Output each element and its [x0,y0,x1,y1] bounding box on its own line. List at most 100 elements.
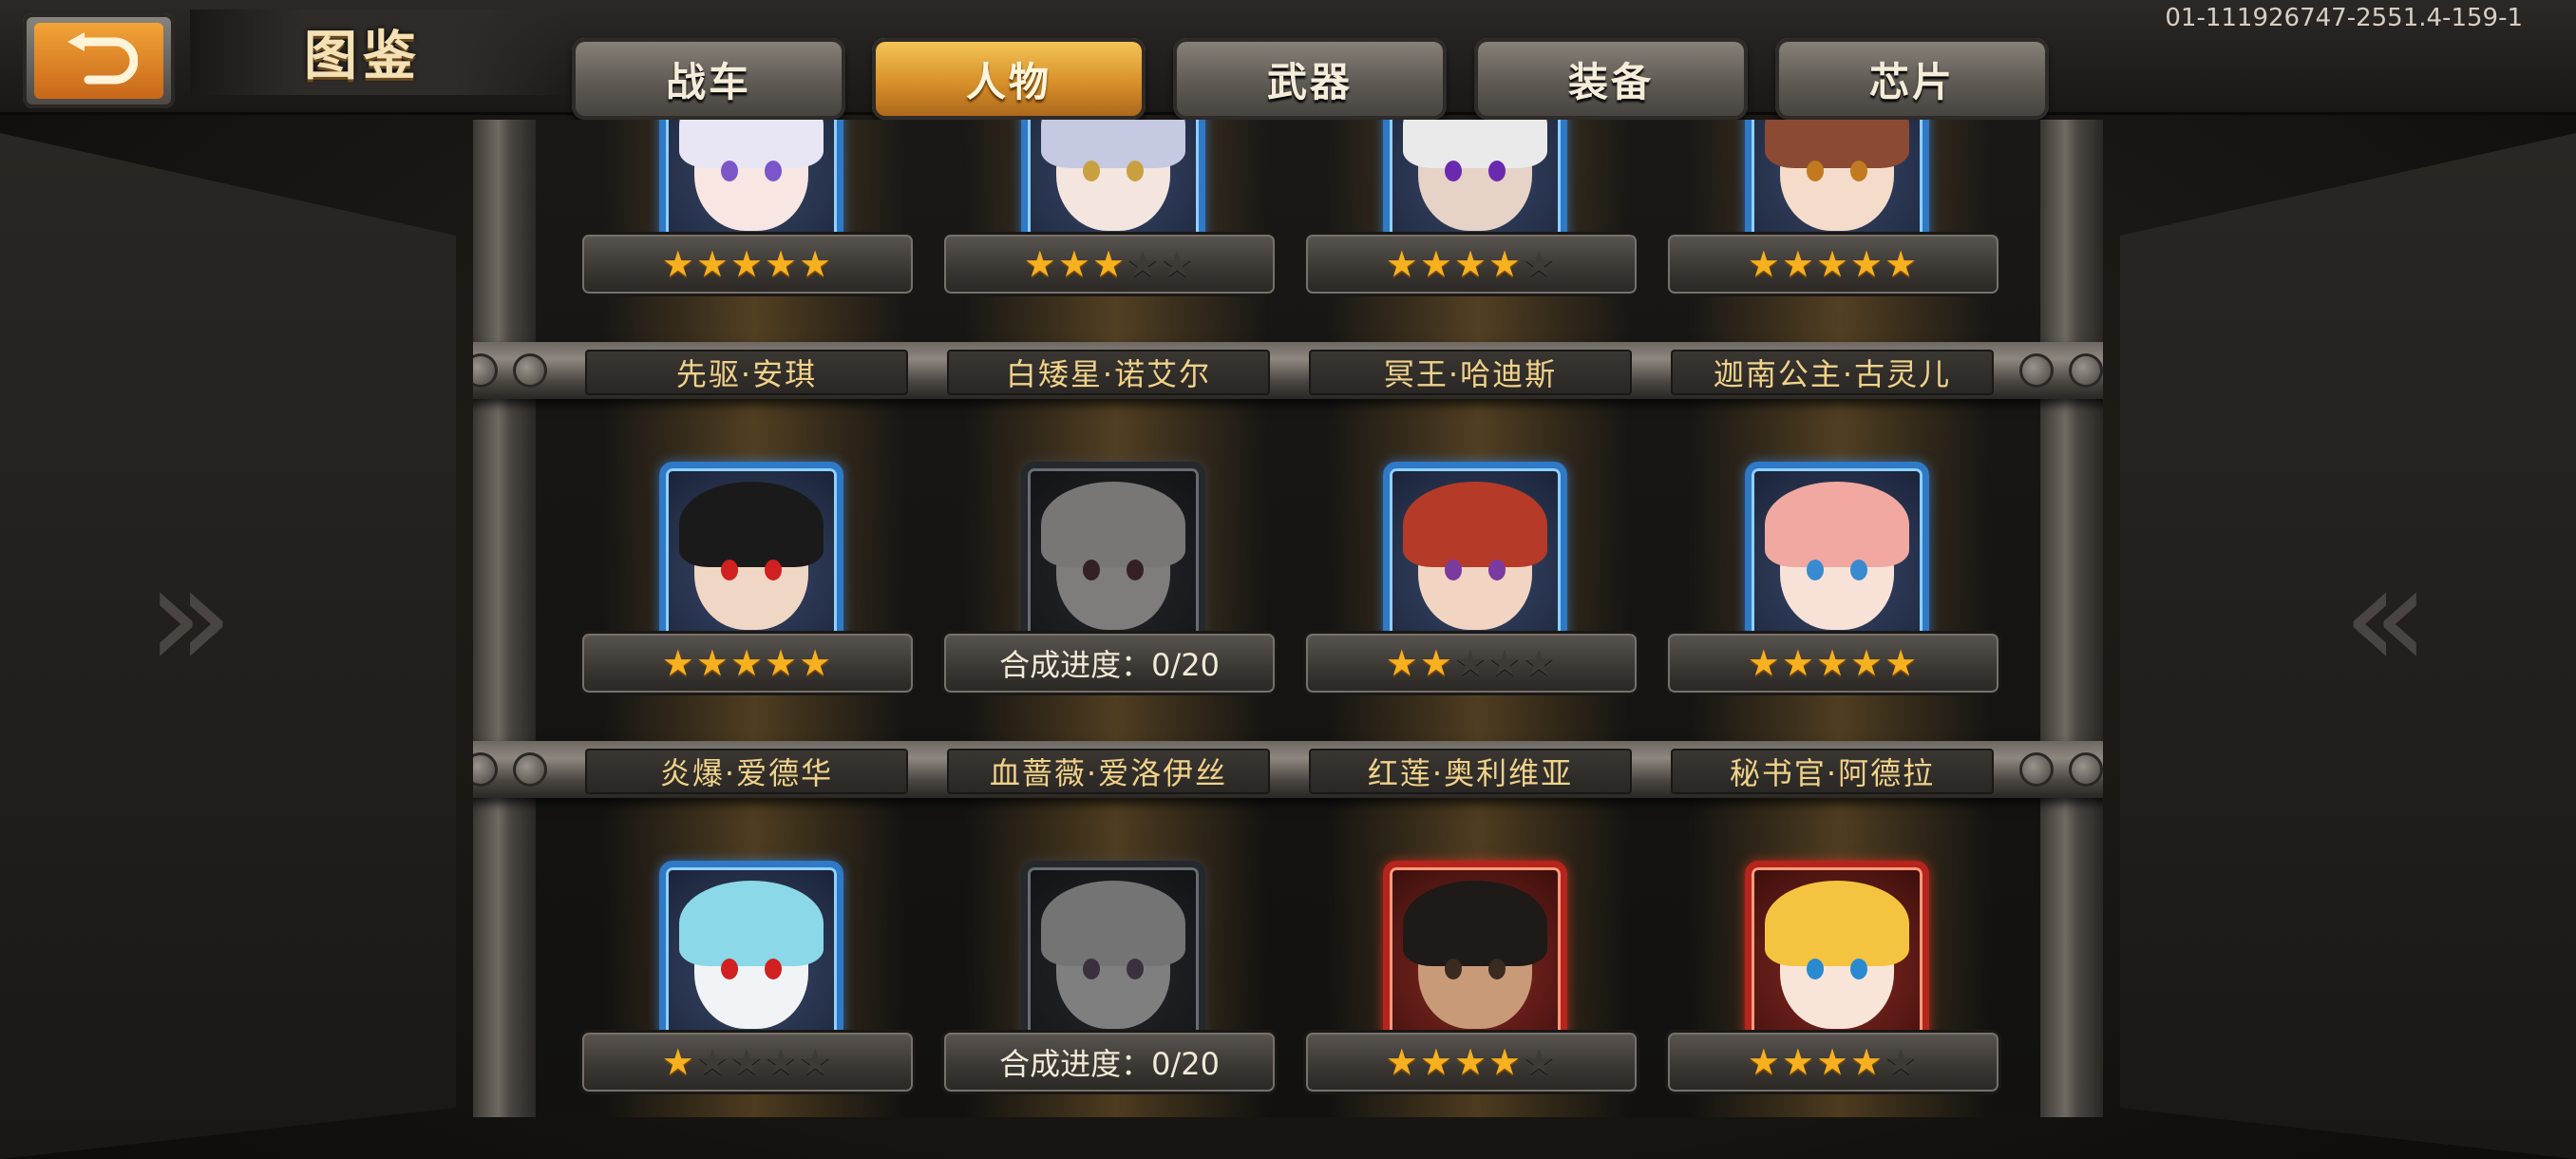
character-card[interactable]: ★★★★★ [1303,861,1639,1094]
star-icon: ★ [1850,642,1885,684]
star-icon: ★ [1815,1041,1851,1083]
character-portrait[interactable] [1383,861,1567,1045]
character-portrait[interactable] [1383,120,1567,247]
character-portrait[interactable] [1745,462,1929,646]
portrait-eye [1127,161,1144,181]
tab-1[interactable]: 人物 [872,38,1146,120]
portrait-eye [1083,560,1100,580]
star-icon: ★ [1885,243,1920,285]
star-rating: ★★★★★ [1303,631,1639,695]
character-card[interactable]: 合成进度：0/20 [941,462,1278,695]
character-card[interactable]: 合成进度：0/20 [941,861,1278,1094]
tab-2[interactable]: 武器 [1173,38,1447,120]
portrait-eye [1083,161,1100,181]
portrait-hair [1765,482,1909,567]
tab-3[interactable]: 装备 [1474,38,1748,120]
character-card[interactable]: ★★★★★ [1303,462,1639,695]
portrait-hair [1765,881,1909,966]
character-portrait[interactable] [659,120,843,247]
portrait-eye [1083,959,1100,979]
star-rating: ★★★★★ [579,631,916,695]
portrait-eye [1807,560,1824,580]
star-rating: ★★★★★ [1665,232,2001,296]
character-portrait[interactable] [659,861,843,1045]
character-card[interactable]: ★★★★★ [941,120,1278,296]
bolt-icon [473,353,498,388]
character-portrait[interactable] [1745,861,1929,1045]
chevron-right-icon: « [2342,535,2430,700]
page-title: 图鉴 [304,26,422,87]
right-wall-background: « [2120,133,2576,1159]
collection-panel[interactable]: 先驱·安琪 白矮星·诺艾尔 冥王·哈迪斯 迦南公主·古灵儿 炎爆·爱德华 血蔷薇·爱洛伊丝… [473,120,2103,1117]
portrait-eye [721,560,738,580]
character-card[interactable]: ★★★★★ [1665,462,2001,695]
character-portrait[interactable] [1021,861,1205,1045]
star-icon: ★ [661,243,696,285]
star-icon: ★ [1815,243,1851,285]
star-icon: ★ [1850,243,1885,285]
tab-0[interactable]: 战车 [572,38,845,120]
portrait-eye [1850,560,1867,580]
character-portrait[interactable] [659,462,843,646]
star-icon: ★ [1781,642,1816,684]
star-icon: ★ [765,243,800,285]
character-portrait[interactable] [1383,462,1567,646]
star-icon: ★ [765,642,800,684]
star-icon: ★ [695,243,730,285]
star-icon: ★ [1850,1041,1885,1083]
character-card[interactable]: ★★★★★ [1665,861,2001,1094]
left-pillar [473,120,536,1117]
character-name: 迦南公主·古灵儿 [1671,350,1994,395]
star-icon: ★ [1453,1041,1489,1083]
back-button[interactable] [23,13,175,108]
star-icon: ★ [1453,642,1489,684]
star-icon: ★ [729,642,766,684]
character-card[interactable]: ★★★★★ [579,462,916,695]
star-icon: ★ [695,642,730,684]
bolt-icon [2019,353,2054,388]
version-text: 01-111926747-2551.4-159-1 [2165,4,2523,32]
character-name: 冥王·哈迪斯 [1309,350,1632,395]
return-arrow-icon [67,32,138,85]
character-name: 先驱·安琪 [585,350,908,395]
star-icon: ★ [1781,1041,1816,1083]
star-icon: ★ [1419,642,1454,684]
star-rating: ★★★★★ [1303,1030,1639,1094]
shelf-bar: 炎爆·爱德华 血蔷薇·爱洛伊丝 红莲·奥利维亚 秘书官·阿德拉 [473,741,2103,798]
portrait-eye [1488,161,1506,181]
star-icon: ★ [1385,243,1420,285]
portrait-eye [1445,959,1462,979]
portrait-eye [1127,959,1144,979]
character-portrait[interactable] [1021,120,1205,247]
character-card[interactable]: ★★★★★ [579,120,916,296]
back-button-face[interactable] [34,23,163,99]
progress-plate: 合成进度：0/20 [941,1030,1278,1094]
star-icon: ★ [1885,642,1920,684]
chevron-left-icon: » [146,535,234,700]
synthesis-progress: 合成进度：0/20 [999,647,1220,683]
star-icon: ★ [799,642,834,684]
tab-4[interactable]: 芯片 [1775,38,2049,120]
star-icon: ★ [1488,243,1524,285]
character-card[interactable]: ★★★★★ [1665,120,2001,296]
star-icon: ★ [1523,1041,1558,1083]
portrait-eye [1488,560,1506,580]
star-icon: ★ [799,1041,834,1083]
star-rating: ★★★★★ [1303,232,1639,296]
character-card[interactable]: ★★★★★ [1303,120,1639,296]
star-icon: ★ [1747,1041,1782,1083]
shelf-bar: 先驱·安琪 白矮星·诺艾尔 冥王·哈迪斯 迦南公主·古灵儿 [473,342,2103,399]
character-portrait[interactable] [1021,462,1205,646]
star-icon: ★ [1023,243,1058,285]
character-name: 秘书官·阿德拉 [1671,749,1994,794]
star-icon: ★ [661,1041,696,1083]
star-icon: ★ [1385,1041,1420,1083]
star-icon: ★ [1523,243,1558,285]
portrait-eye [1127,560,1144,580]
star-icon: ★ [1885,1041,1920,1083]
character-portrait[interactable] [1745,120,1929,247]
star-icon: ★ [1815,642,1851,684]
star-icon: ★ [1127,243,1162,285]
character-card[interactable]: ★★★★★ [579,861,916,1094]
star-rating: ★★★★★ [1665,631,2001,695]
